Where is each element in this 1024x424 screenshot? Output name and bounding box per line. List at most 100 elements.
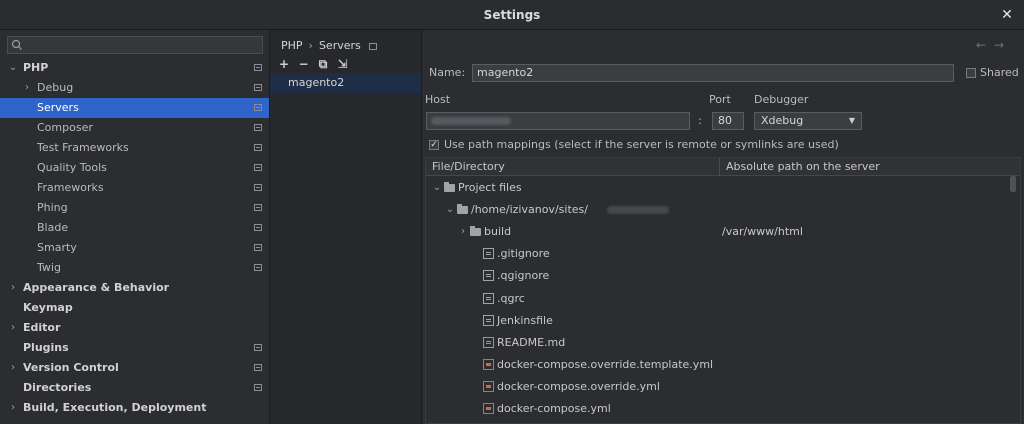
import-server-button[interactable]: ⇲ — [335, 56, 351, 72]
table-row[interactable]: .gitignore — [426, 243, 1016, 265]
absolute-path-value[interactable]: /var/www/html — [722, 221, 803, 243]
chevron-right-icon[interactable]: › — [8, 318, 18, 338]
sidebar-item-twig[interactable]: Twig — [0, 258, 269, 278]
table-row[interactable]: .qgrc — [426, 288, 1016, 310]
remove-server-button[interactable]: − — [296, 56, 312, 72]
chevron-down-icon: ▼ — [848, 116, 855, 125]
file-name: docker-compose.yml — [497, 402, 611, 415]
file-icon — [483, 270, 494, 282]
search-input[interactable] — [7, 36, 263, 54]
history-nav: ←→ — [976, 38, 1012, 52]
servers-toolbar: + − ⧉ ⇲ — [276, 56, 351, 72]
chevron-right-icon[interactable]: › — [8, 398, 18, 418]
table-row[interactable]: docker-compose.yml — [426, 398, 1016, 420]
chevron-right-icon[interactable]: › — [8, 278, 18, 298]
file-name: .qgrc — [497, 291, 525, 305]
redacted-path — [607, 206, 669, 215]
sidebar-item-test-frameworks[interactable]: Test Frameworks — [0, 138, 269, 158]
name-input[interactable]: magento2 — [472, 64, 954, 82]
markdown-file-icon — [483, 336, 494, 348]
sidebar-item-keymap[interactable]: Keymap — [0, 298, 269, 318]
sidebar-item-label: Build, Execution, Deployment — [23, 401, 207, 414]
sidebar-item-plugins[interactable]: Plugins — [0, 338, 269, 358]
file-name: docker-compose.override.yml — [497, 379, 660, 393]
folder-icon — [444, 182, 455, 192]
server-list-item[interactable]: magento2 — [270, 73, 421, 93]
sidebar-item-appearance-behavior[interactable]: › Appearance & Behavior — [0, 278, 269, 298]
window-title: Settings — [483, 8, 541, 22]
project-icon — [254, 244, 262, 251]
sidebar-item-debug[interactable]: › Debug — [0, 78, 269, 98]
column-header-file[interactable]: File/Directory — [432, 158, 505, 176]
file-name: .qgignore — [497, 269, 550, 283]
table-row[interactable]: .qgignore — [426, 265, 1016, 287]
sidebar-item-editor[interactable]: › Editor — [0, 318, 269, 338]
port-input[interactable]: 80 — [712, 112, 744, 130]
folder-icon — [457, 204, 468, 215]
chevron-right-icon[interactable]: › — [8, 358, 18, 378]
copy-server-button[interactable]: ⧉ — [315, 56, 331, 72]
forward-arrow-icon[interactable]: → — [994, 38, 1012, 52]
sidebar-item-label: Version Control — [23, 361, 119, 374]
chevron-down-icon[interactable]: ⌄ — [432, 177, 442, 199]
table-row[interactable]: › build/var/www/html — [426, 221, 1016, 243]
sidebar-item-version-control[interactable]: › Version Control — [0, 358, 269, 378]
breadcrumb-root[interactable]: PHP — [281, 39, 303, 52]
sidebar-item-phing[interactable]: Phing — [0, 198, 269, 218]
folder-icon — [470, 226, 481, 237]
project-icon — [254, 84, 262, 91]
sidebar-item-smarty[interactable]: Smarty — [0, 238, 269, 258]
project-icon — [254, 124, 262, 131]
file-name: .gitignore — [497, 247, 550, 261]
sidebar-item-blade[interactable]: Blade — [0, 218, 269, 238]
sidebar-item-label: Frameworks — [37, 181, 104, 194]
chevron-down-icon[interactable]: ⌄ — [445, 199, 455, 221]
sidebar-item-servers[interactable]: Servers — [0, 98, 269, 118]
chevron-down-icon[interactable]: ⌄ — [8, 58, 18, 78]
table-row[interactable]: Jenkinsfile — [426, 310, 1016, 332]
shared-checkbox[interactable] — [966, 68, 976, 78]
sidebar-item-label: Phing — [37, 201, 68, 214]
path-mappings-label: Use path mappings (select if the server … — [444, 138, 839, 151]
port-separator: : — [698, 114, 702, 127]
project-icon — [368, 42, 377, 50]
settings-tree: ⌄ PHP › Debug Servers Composer Test Frameworks… — [0, 58, 269, 418]
sidebar-item-label: Servers — [37, 101, 79, 114]
table-row[interactable]: ⌄ Project files — [426, 177, 1016, 199]
sidebar-item-label: Quality Tools — [37, 161, 107, 174]
host-input[interactable] — [426, 112, 690, 130]
close-icon[interactable]: ✕ — [1000, 6, 1014, 24]
shared-label: Shared — [980, 66, 1019, 79]
sidebar-item-php[interactable]: ⌄ PHP — [0, 58, 269, 78]
project-icon — [254, 344, 262, 351]
table-row[interactable]: docker-compose.override.yml — [426, 376, 1016, 398]
debugger-value: Xdebug — [761, 114, 804, 127]
servers-panel: PHP › Servers + − ⧉ ⇲ magento2 — [270, 30, 422, 424]
table-row[interactable]: ⌄ /home/izivanov/sites/ — [426, 199, 1016, 221]
server-details: ←→ Name: magento2 Shared Host Port Debug… — [422, 30, 1024, 424]
chevron-right-icon[interactable]: › — [22, 78, 32, 98]
project-icon — [254, 224, 262, 231]
file-name: build — [484, 225, 512, 239]
sidebar-item-label: Appearance & Behavior — [23, 281, 170, 294]
project-icon — [254, 364, 262, 371]
path-mappings-checkbox[interactable]: ✓ — [429, 140, 439, 150]
sidebar-item-directories[interactable]: Directories — [0, 378, 269, 398]
sidebar-item-composer[interactable]: Composer — [0, 118, 269, 138]
column-header-absolute-path[interactable]: Absolute path on the server — [726, 158, 880, 176]
title-bar: Settings ✕ — [0, 0, 1024, 30]
project-icon — [254, 64, 262, 71]
table-row[interactable]: docker-compose.override.template.yml — [426, 354, 1016, 376]
chevron-right-icon[interactable]: › — [458, 221, 468, 243]
file-icon — [483, 314, 494, 326]
table-row[interactable]: README.md — [426, 332, 1016, 354]
sidebar-item-frameworks[interactable]: Frameworks — [0, 178, 269, 198]
project-icon — [254, 184, 262, 191]
table-header: File/Directory Absolute path on the serv… — [426, 158, 1020, 176]
debugger-select[interactable]: Xdebug ▼ — [754, 112, 862, 130]
add-server-button[interactable]: + — [276, 56, 292, 72]
sidebar-item-build-execution-deployment[interactable]: › Build, Execution, Deployment — [0, 398, 269, 418]
back-arrow-icon[interactable]: ← — [976, 38, 994, 52]
sidebar-item-label: PHP — [23, 61, 49, 74]
sidebar-item-quality-tools[interactable]: Quality Tools — [0, 158, 269, 178]
